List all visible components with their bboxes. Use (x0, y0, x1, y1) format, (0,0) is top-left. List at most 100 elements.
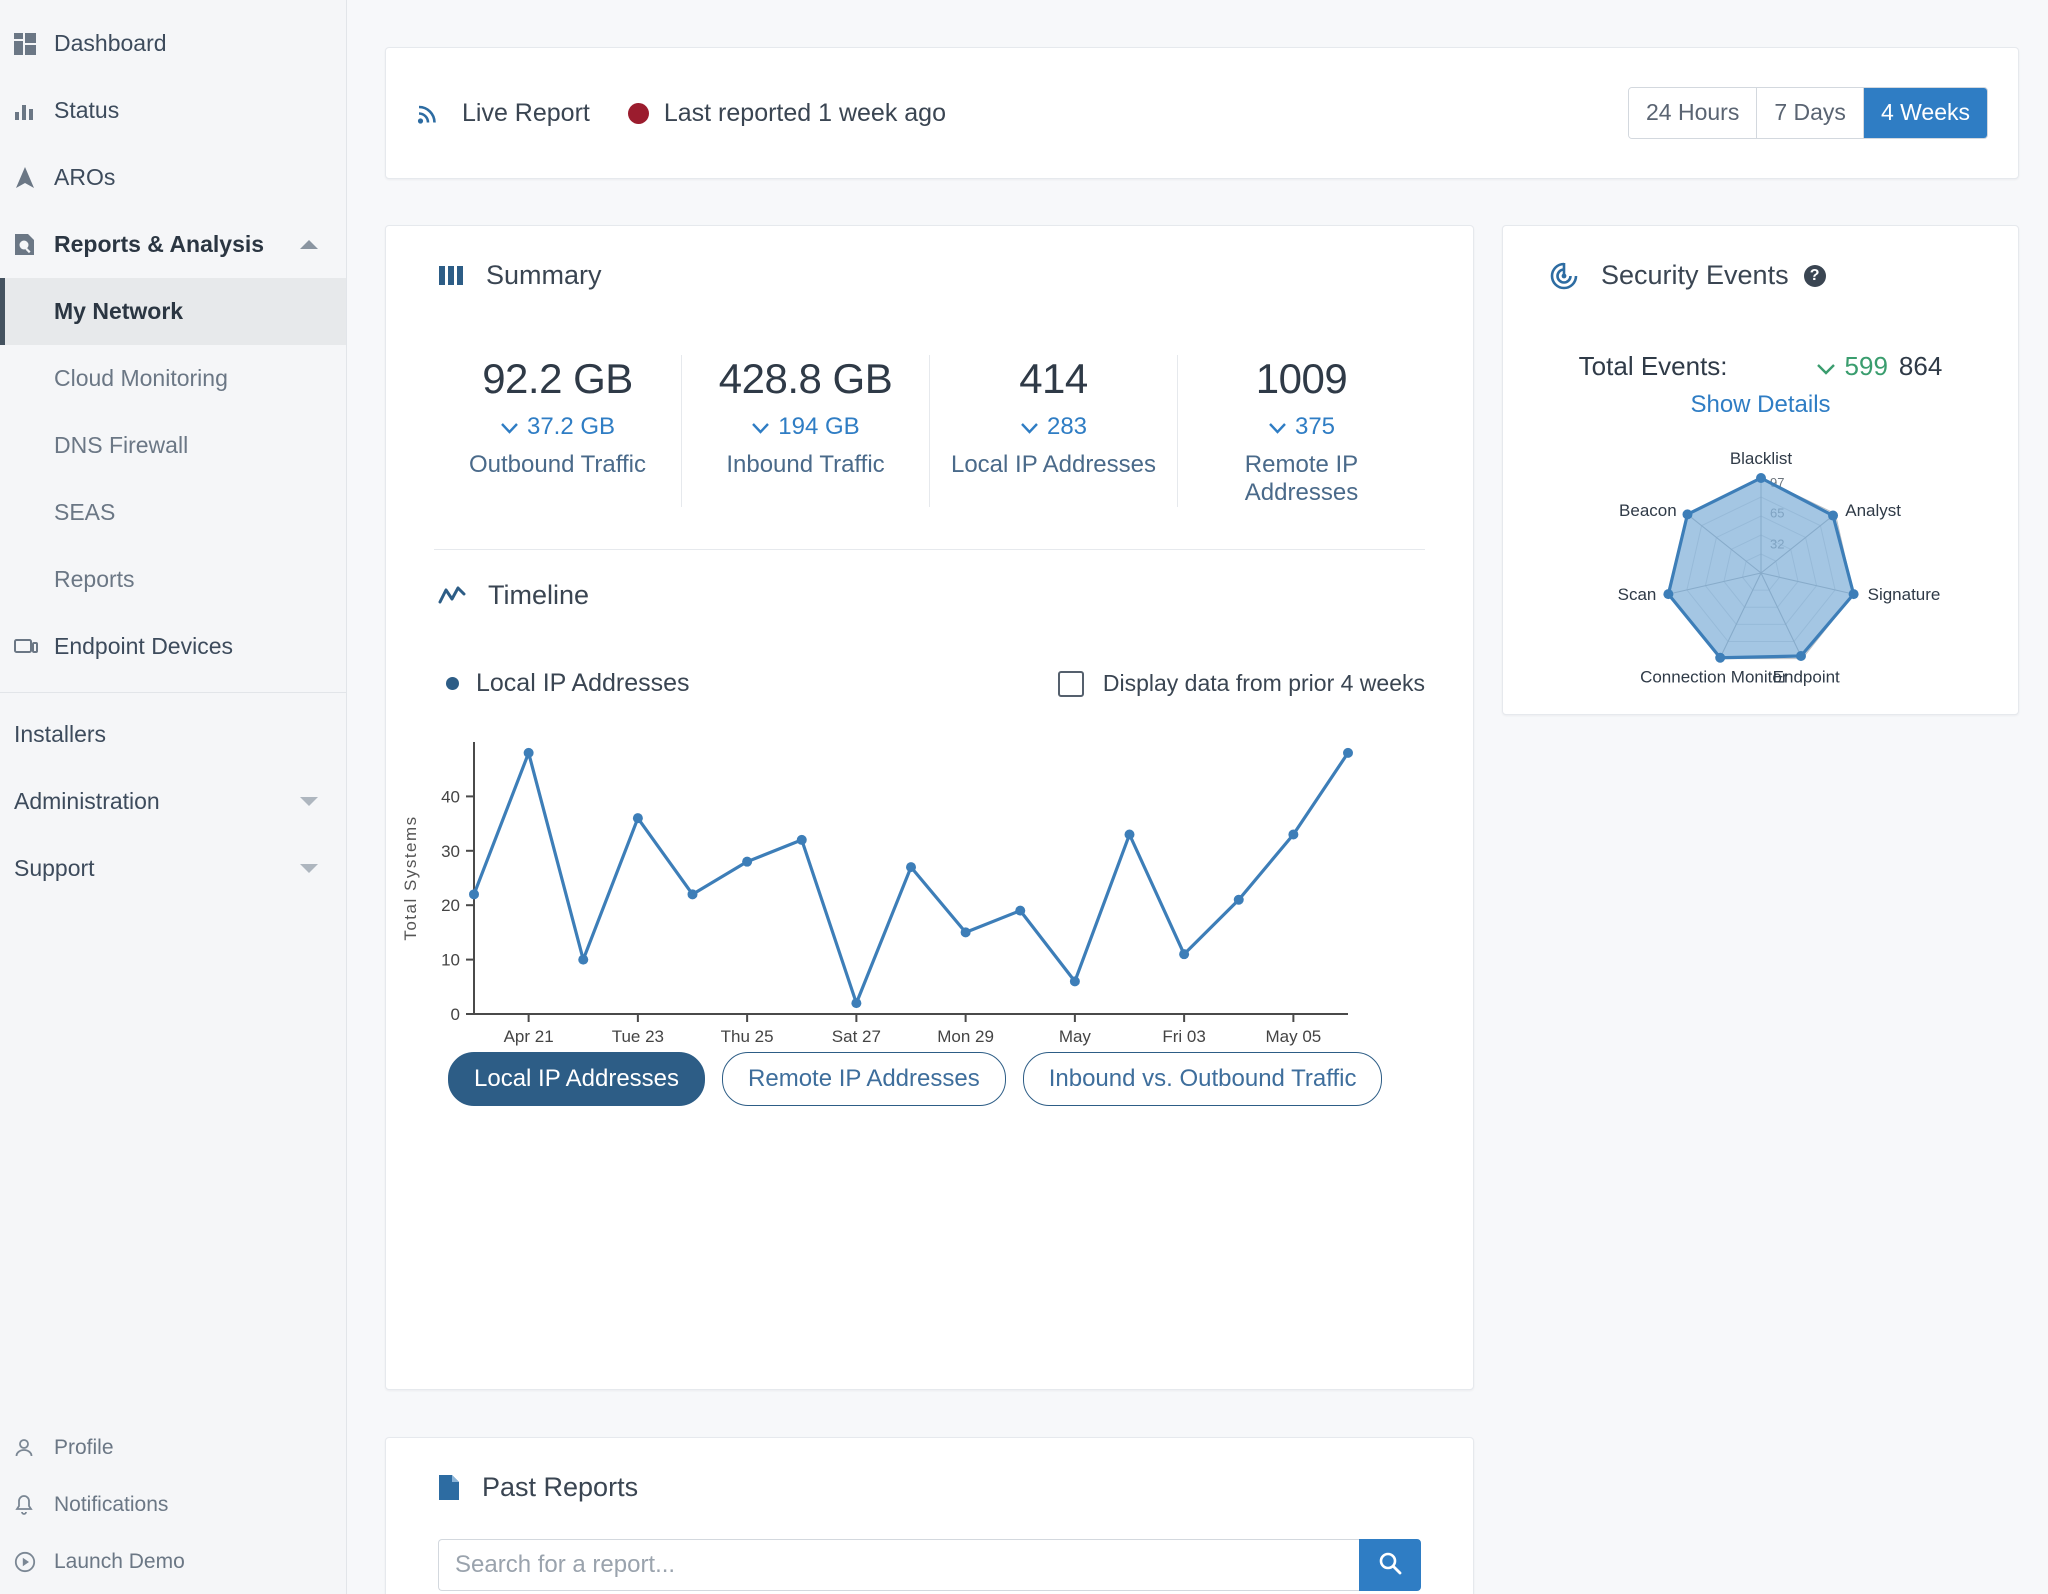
svg-text:0: 0 (451, 1005, 460, 1024)
svg-text:Tue 23: Tue 23 (612, 1027, 664, 1046)
navigation-arrow-icon (14, 166, 48, 190)
main-content: Live Report Last reported 1 week ago 24 … (347, 0, 2048, 1594)
question-circle-icon[interactable]: ? (1803, 264, 1826, 287)
svg-text:Beacon: Beacon (1619, 501, 1677, 520)
search-input[interactable] (438, 1539, 1359, 1591)
sidebar-item-profile[interactable]: Profile (0, 1419, 346, 1476)
time-range-selector[interactable]: 24 Hours 7 Days 4 Weeks (1628, 87, 1988, 139)
total-events-row: Total Events: 599 864 (1503, 351, 2018, 382)
security-radar-chart: 326597BlacklistAnalystSignatureEndpointC… (1503, 425, 2018, 705)
live-report-header: Live Report Last reported 1 week ago 24 … (385, 47, 2019, 179)
bars-icon (438, 263, 464, 289)
legend-dot-icon (446, 677, 459, 690)
metric-delta[interactable]: 37.2 GB (442, 413, 673, 441)
svg-text:Scan: Scan (1617, 585, 1656, 604)
series-button-remote-ip[interactable]: Remote IP Addresses (722, 1052, 1006, 1106)
sidebar-item-launch-demo[interactable]: Launch Demo (0, 1533, 346, 1590)
metric-delta-value: 375 (1294, 413, 1336, 440)
metric-value: 428.8 GB (718, 355, 893, 402)
series-button-inbound-outbound[interactable]: Inbound vs. Outbound Traffic (1022, 1052, 1383, 1106)
sidebar-divider (0, 692, 346, 693)
range-24-hours[interactable]: 24 Hours (1629, 88, 1758, 138)
chevron-down-icon (1816, 351, 1836, 382)
total-events-delta-value: 599 (1844, 351, 1888, 381)
svg-text:30: 30 (441, 842, 460, 861)
svg-text:Analyst: Analyst (1845, 501, 1901, 520)
chart-legend[interactable]: Local IP Addresses (446, 669, 690, 698)
metric-inbound-traffic: 428.8 GB 194 GB Inbound Traffic (682, 355, 930, 507)
bell-icon (14, 1494, 48, 1516)
series-button-local-ip[interactable]: Local IP Addresses (448, 1052, 706, 1106)
svg-text:Apr 21: Apr 21 (504, 1027, 554, 1046)
total-events-delta[interactable]: 599 (1816, 351, 1888, 382)
chevron-down-icon (751, 413, 770, 441)
svg-text:Sat 27: Sat 27 (832, 1027, 881, 1046)
dashboard-icon (14, 32, 48, 55)
sidebar-subitem-label: Reports (54, 566, 135, 592)
svg-text:May: May (1059, 1027, 1092, 1046)
sidebar-item-notifications[interactable]: Notifications (0, 1476, 346, 1533)
chevron-down-icon (1020, 413, 1039, 441)
metric-value: 92.2 GB (482, 355, 633, 402)
security-events-title: Security Events (1601, 260, 1789, 290)
sidebar-subitem-cloud-monitoring[interactable]: Cloud Monitoring (0, 345, 346, 412)
bar-chart-icon (14, 100, 48, 122)
summary-header: Summary (386, 226, 1473, 291)
sidebar-item-label: Endpoint Devices (54, 633, 233, 659)
sidebar-item-endpoint-devices[interactable]: Endpoint Devices (0, 613, 346, 680)
sidebar-subitem-my-network[interactable]: My Network (0, 278, 346, 345)
sidebar-section-support[interactable]: Support (0, 835, 346, 902)
timeline-chart: 0 10 20 30 40 Total Systems Apr 21 Tue 23 Thu 25… (386, 728, 1473, 1046)
metric-label: Outbound Traffic (469, 451, 646, 478)
sidebar: Dashboard Status AROs Reports & Analysis (0, 0, 347, 1594)
sidebar-item-dashboard[interactable]: Dashboard (0, 10, 346, 77)
report-search-icon (14, 233, 48, 256)
rss-live-icon (416, 100, 442, 126)
sidebar-section-installers[interactable]: Installers (0, 701, 346, 768)
sidebar-item-label: Dashboard (54, 30, 167, 56)
metric-delta[interactable]: 283 (938, 413, 1169, 441)
sidebar-item-reports-analysis[interactable]: Reports & Analysis (0, 211, 346, 278)
chevron-down-icon (500, 413, 519, 441)
past-reports-search-row (438, 1539, 1421, 1591)
sidebar-section-administration[interactable]: Administration (0, 768, 346, 835)
svg-text:Signature: Signature (1867, 585, 1940, 604)
metric-label: Inbound Traffic (726, 451, 885, 478)
sidebar-item-aros[interactable]: AROs (0, 144, 346, 211)
security-radar-svg[interactable]: 326597BlacklistAnalystSignatureEndpointC… (1531, 425, 1991, 705)
chevron-down-icon[interactable] (300, 864, 318, 873)
range-7-days[interactable]: 7 Days (1757, 88, 1864, 138)
svg-text:40: 40 (441, 787, 460, 806)
sidebar-subitem-label: DNS Firewall (54, 432, 189, 458)
prior-weeks-checkbox-row[interactable]: Display data from prior 4 weeks (1057, 670, 1425, 697)
laptop-icon (14, 638, 48, 656)
prior-weeks-checkbox[interactable] (1057, 670, 1084, 697)
timeline-header: Timeline (386, 550, 1473, 611)
app-root: Dashboard Status AROs Reports & Analysis (0, 0, 2048, 1594)
chevron-up-icon[interactable] (300, 240, 318, 249)
metric-label: Remote IP Addresses (1244, 451, 1359, 506)
past-reports-card: Past Reports (385, 1437, 1474, 1594)
metric-delta[interactable]: 375 (1186, 413, 1417, 441)
sidebar-section-label: Installers (14, 721, 107, 747)
metric-value: 1009 (1255, 355, 1348, 402)
svg-text:Blacklist: Blacklist (1729, 449, 1792, 468)
total-events-label: Total Events: (1578, 351, 1728, 381)
security-events-header: Security Events ? (1503, 226, 2018, 291)
timeline-series-buttons: Local IP Addresses Remote IP Addresses I… (448, 1052, 1473, 1106)
metric-outbound-traffic: 92.2 GB 37.2 GB Outbound Traffic (434, 355, 682, 507)
sidebar-subitem-seas[interactable]: SEAS (0, 479, 346, 546)
show-details-link[interactable]: Show Details (1503, 391, 2018, 419)
search-button[interactable] (1359, 1539, 1421, 1591)
metric-local-ip-addresses: 414 283 Local IP Addresses (930, 355, 1178, 507)
sidebar-item-status[interactable]: Status (0, 77, 346, 144)
last-reported-text: Last reported 1 week ago (663, 98, 946, 127)
sidebar-subitem-label: SEAS (54, 499, 116, 525)
metric-delta[interactable]: 194 GB (690, 413, 921, 441)
sidebar-subitem-reports[interactable]: Reports (0, 546, 346, 613)
sidebar-subitem-dns-firewall[interactable]: DNS Firewall (0, 412, 346, 479)
line-chart-icon (438, 585, 466, 607)
chevron-down-icon[interactable] (300, 797, 318, 806)
range-4-weeks[interactable]: 4 Weeks (1863, 88, 1987, 138)
timeline-line-chart-svg[interactable]: 0 10 20 30 40 Total Systems Apr 21 Tue 23 Thu 25… (386, 728, 1386, 1058)
